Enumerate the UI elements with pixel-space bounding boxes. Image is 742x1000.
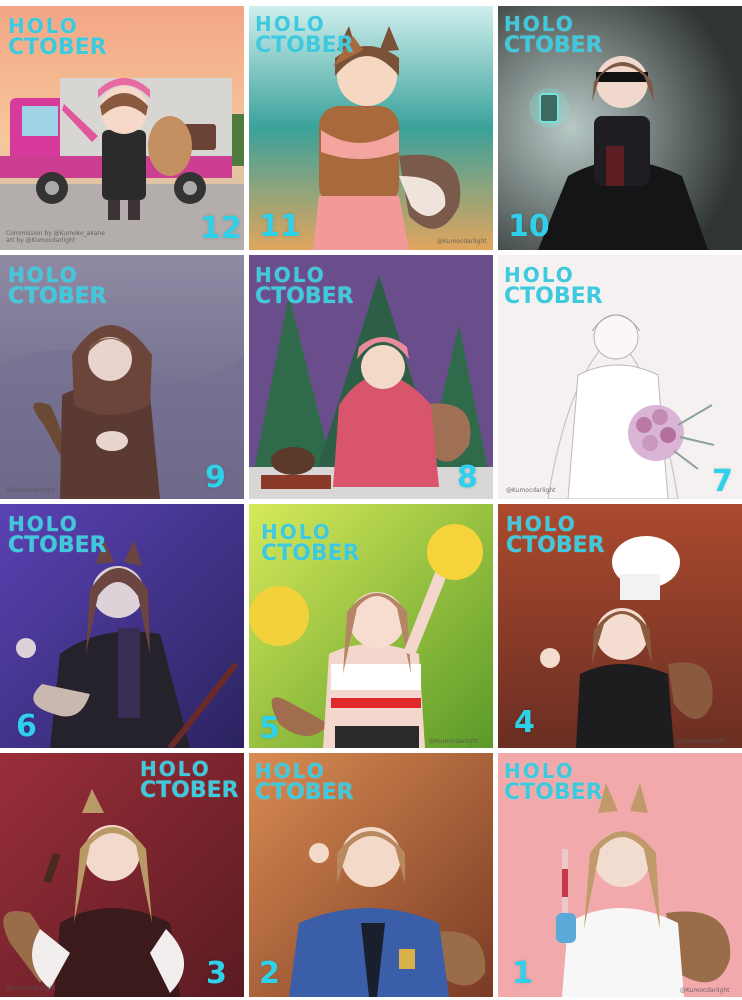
holocober-logo: HOLO CTOBER <box>504 263 603 309</box>
holocober-logo: HOLO CTOBER <box>8 512 107 558</box>
panel-credit: @Kumocdarlight <box>6 487 56 494</box>
panel-9-hooded: HOLO CTOBER @Kumocdarlight 9 <box>0 255 244 499</box>
panel-credit: @Kumocdarlight <box>6 985 56 992</box>
holocober-logo: HOLO CTOBER <box>504 759 603 805</box>
panel-number: 11 <box>259 209 301 244</box>
panel-credit: @Kumocdarlight <box>437 238 487 245</box>
panel-number: 9 <box>205 460 226 495</box>
holocober-grid: HOLO CTOBER Commission by @Kumoko_akane ar… <box>0 0 742 1000</box>
panel-4-chef: HOLO CTOBER @Kumocdarlight 4 <box>498 504 742 748</box>
panel-credit: @Kumocdarlight <box>680 987 730 994</box>
panel-number: 4 <box>514 705 535 740</box>
holocober-logo: HOLO CTOBER <box>504 12 603 58</box>
holocober-logo: HOLO CTOBER <box>506 512 605 558</box>
panel-8-blanket: HOLO CTOBER 8 <box>249 255 493 499</box>
panel-credit: @Kumocdarlight <box>676 738 726 745</box>
panel-number: 12 <box>200 211 242 246</box>
panel-credit: @Kumocdarlight <box>506 487 556 494</box>
panel-number: 3 <box>206 956 227 991</box>
panel-number: 8 <box>457 460 478 495</box>
panel-1-nurse: HOLO CTOBER @Kumocdarlight 1 <box>498 753 742 997</box>
panel-7-bride: HOLO CTOBER @Kumocdarlight 7 <box>498 255 742 499</box>
panel-12-truck: HOLO CTOBER Commission by @Kumoko_akane ar… <box>0 6 244 250</box>
panel-5-cheerleader: HOLO CTOBER @Kumocdarlight 5 <box>249 504 493 748</box>
panel-credit: @Kumocdarlight <box>429 738 479 745</box>
panel-number: 6 <box>16 709 37 744</box>
holocober-logo: HOLO CTOBER <box>140 757 239 803</box>
holocober-logo: HOLO CTOBER <box>8 14 107 60</box>
panel-6-dark-coat: HOLO CTOBER 6 <box>0 504 244 748</box>
panel-number: 1 <box>512 956 533 991</box>
panel-2-police: HOLO CTOBER 2 <box>249 753 493 997</box>
holocober-logo: HOLO CTOBER <box>255 263 354 309</box>
panel-10-gothic: HOLO CTOBER 10 <box>498 6 742 250</box>
panel-credit: Commission by @Kumoko_akane art by @Kumoc… <box>6 230 105 244</box>
holocober-logo: HOLO CTOBER <box>261 520 360 566</box>
panel-3-fur-stole: HOLO CTOBER @Kumocdarlight 3 <box>0 753 244 997</box>
holocober-logo: HOLO CTOBER <box>8 263 107 309</box>
panel-number: 2 <box>259 956 280 991</box>
panel-number: 10 <box>508 209 550 244</box>
panel-number: 5 <box>259 711 280 746</box>
panel-11-swimsuit: HOLO CTOBER @Kumocdarlight 11 <box>249 6 493 250</box>
holocober-logo: HOLO CTOBER <box>255 759 354 805</box>
holocober-logo: HOLO CTOBER <box>255 12 354 58</box>
panel-number: 7 <box>712 464 733 499</box>
